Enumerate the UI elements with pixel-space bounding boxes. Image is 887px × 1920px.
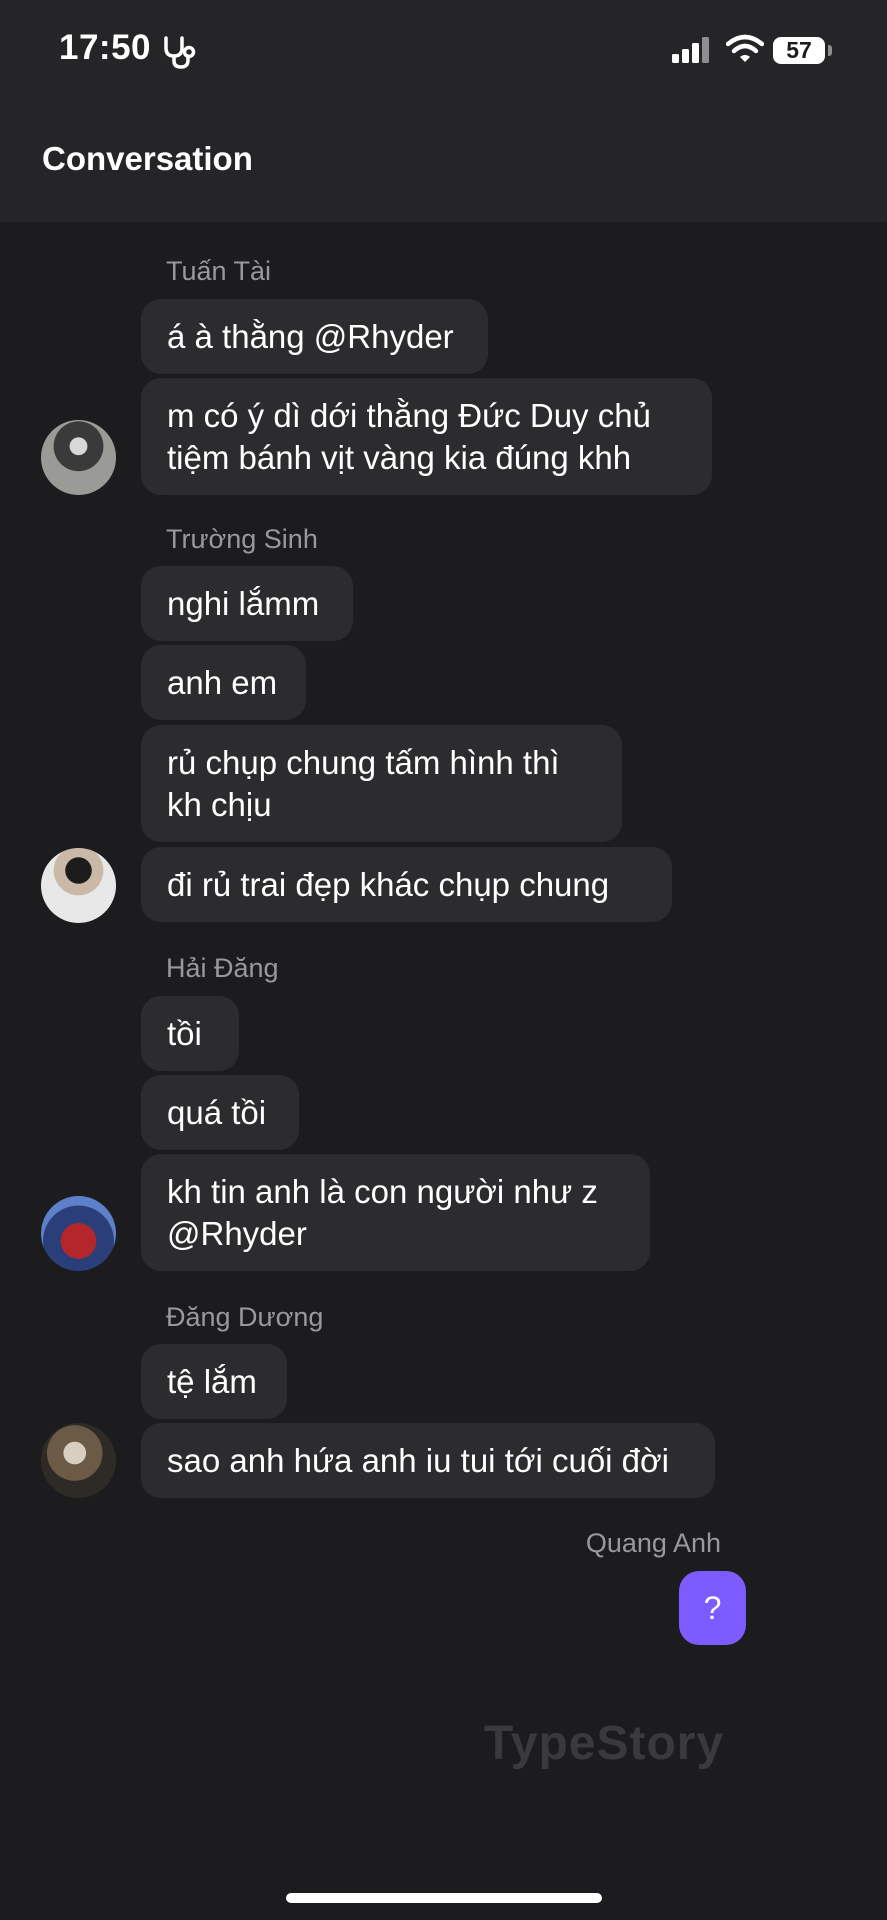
battery-tip: [828, 45, 832, 56]
sender-name: Hải Đăng: [166, 953, 279, 983]
cellular-signal-icon: [672, 37, 709, 63]
avatar[interactable]: [41, 848, 116, 923]
sender-name: Quang Anh: [585, 1528, 721, 1558]
sender-name: Trường Sinh: [166, 524, 318, 554]
message-bubble[interactable]: rủ chụp chung tấm hình thì kh chịu: [141, 725, 622, 842]
sender-name: Tuấn Tài: [166, 256, 272, 286]
message-bubble[interactable]: tồi: [141, 996, 239, 1071]
outgoing-message-bubble[interactable]: ?: [679, 1571, 746, 1645]
avatar[interactable]: [41, 420, 116, 495]
stethoscope-icon: [164, 36, 196, 69]
header-bar: 17:50 57 Conversation: [0, 0, 887, 222]
page-title: Conversation: [42, 140, 253, 177]
message-bubble[interactable]: anh em: [141, 645, 306, 720]
battery-indicator: 57: [773, 37, 825, 64]
avatar[interactable]: [41, 1196, 116, 1271]
message-bubble[interactable]: sao anh hứa anh iu tui tới cuối đời: [141, 1423, 715, 1498]
status-time: 17:50: [59, 28, 152, 67]
sender-name: Đăng Dương: [166, 1302, 324, 1332]
message-bubble[interactable]: quá tồi: [141, 1075, 299, 1150]
message-bubble[interactable]: m có ý dì dới thằng Đức Duy chủ tiệm bán…: [141, 378, 712, 495]
message-bubble[interactable]: á à thằng @Rhyder: [141, 299, 488, 374]
message-bubble[interactable]: nghi lắmm: [141, 566, 353, 641]
home-indicator[interactable]: [286, 1893, 602, 1903]
watermark-logo: TypeStory: [484, 1717, 725, 1770]
message-bubble[interactable]: kh tin anh là con người như z @Rhyder: [141, 1154, 650, 1271]
avatar[interactable]: [41, 1423, 116, 1498]
wifi-icon: [726, 34, 764, 62]
message-bubble[interactable]: đi rủ trai đẹp khác chụp chung: [141, 847, 672, 922]
message-bubble[interactable]: tệ lắm: [141, 1344, 287, 1419]
